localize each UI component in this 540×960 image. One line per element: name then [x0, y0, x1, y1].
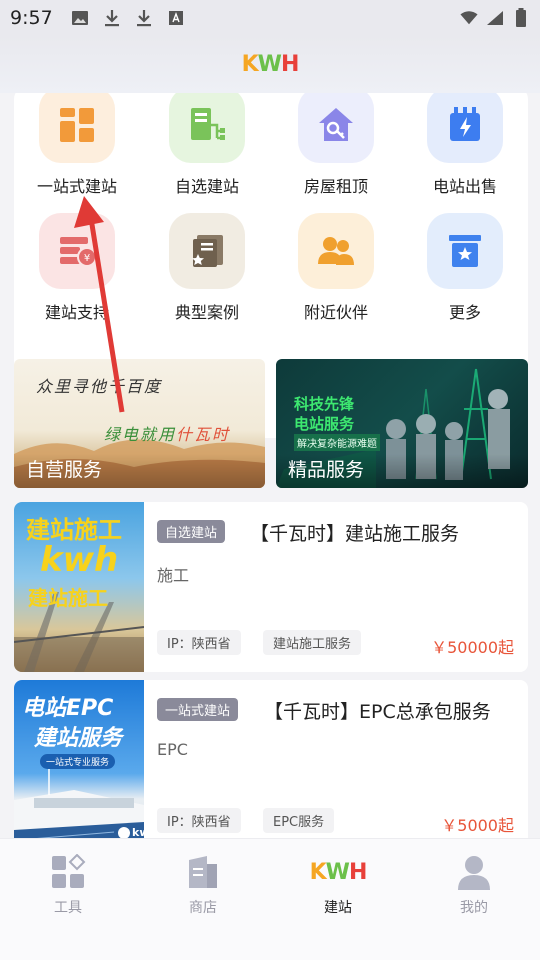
- thumb-text-3: 一站式专业服务: [40, 754, 116, 769]
- service-title: 【千瓦时】EPC总承包服务: [264, 701, 491, 723]
- service-tag: IP：陕西省: [157, 630, 241, 655]
- service-badge: 自选建站: [157, 520, 226, 543]
- status-bar: 9:57: [0, 0, 540, 36]
- system-icons: [460, 8, 530, 27]
- download-icon: [103, 9, 121, 27]
- grid-item-one-stop[interactable]: 一站式建站: [22, 93, 132, 197]
- box-star-icon: [427, 213, 503, 289]
- grid-item-cases[interactable]: 典型案例: [152, 213, 262, 323]
- service-badge: 一站式建站: [157, 698, 239, 721]
- notification-icons: [71, 9, 185, 27]
- status-time: 9:57: [10, 7, 53, 29]
- thumb-text-2: kwh: [40, 540, 119, 580]
- service-price: ￥5000起: [441, 816, 514, 835]
- org-chart-icon: [169, 93, 245, 163]
- brand-dot-icon: [118, 826, 130, 838]
- service-title: 【千瓦时】建站施工服务: [250, 523, 460, 545]
- tab-store[interactable]: 商店: [153, 853, 253, 917]
- service-tag: IP：陕西省: [157, 808, 241, 833]
- service-tag: EPC服务: [263, 808, 335, 833]
- bottom-tab-bar: 工具 商店 KWH 建站 我的: [0, 838, 540, 960]
- grid-item-support[interactable]: ¥ 建站支持: [22, 213, 132, 323]
- premium-banner[interactable]: 科技先锋 电站服务 解决复杂能源难题 精品服务: [276, 359, 528, 488]
- book-star-icon: [169, 213, 245, 289]
- grid-label: 自选建站: [174, 177, 239, 196]
- grid-item-partners[interactable]: 附近伙伴: [281, 213, 391, 323]
- grid-item-more[interactable]: 更多: [410, 213, 520, 323]
- kwh-logo-icon: KWH: [309, 859, 368, 885]
- main-scroll[interactable]: 一站式建站 自选建站 房屋租顶 电站出售 ¥ 建站支持 典型案例 附近伙伴 更多…: [0, 93, 540, 838]
- grid-item-roof-rental[interactable]: 房屋租顶: [281, 93, 391, 197]
- tools-grid-icon: [18, 853, 118, 891]
- grid-label: 一站式建站: [36, 177, 117, 196]
- thumb-text-1: 电站EPC: [22, 696, 114, 721]
- tab-label: 商店: [189, 900, 217, 916]
- logo-w: W: [257, 52, 282, 77]
- logo-k: K: [241, 52, 259, 77]
- grid-item-self-select[interactable]: 自选建站: [152, 93, 262, 197]
- svg-text:¥: ¥: [84, 253, 90, 264]
- thumb-brand-text: kw: [132, 826, 144, 838]
- service-tag: 建站施工服务: [263, 630, 362, 655]
- people-icon: [298, 213, 374, 289]
- grid-label: 附近伙伴: [303, 303, 368, 322]
- grid-label: 房屋租顶: [303, 177, 368, 196]
- banner-label: 自营服务: [26, 459, 103, 481]
- battery-icon: [512, 8, 530, 27]
- banner-slogan-2-prefix: 绿电就用: [104, 425, 177, 444]
- grid-label: 更多: [448, 303, 481, 322]
- wifi-icon: [460, 9, 478, 27]
- thumb-text-3: 建站施工: [28, 586, 108, 610]
- grid-item-station-sale[interactable]: 电站出售: [410, 93, 520, 197]
- banner-headline-1: 科技先锋: [294, 395, 355, 413]
- money-stack-icon: ¥: [39, 213, 115, 289]
- banner-label: 精品服务: [288, 459, 365, 481]
- self-operated-banner[interactable]: 众里寻他千百度 绿电就用什瓦时 自营服务: [14, 359, 265, 488]
- banner-slogan-1: 众里寻他千百度: [36, 377, 163, 396]
- banner-slogan-2: 绿电就用什瓦时: [104, 421, 230, 445]
- service-subtitle: EPC: [157, 740, 188, 759]
- tab-tools[interactable]: 工具: [18, 853, 118, 917]
- house-key-icon: [298, 93, 374, 163]
- service-card[interactable]: 建站施工 kwh 建站施工 自选建站 【千瓦时】建站施工服务 施工 IP：陕西省…: [14, 502, 528, 672]
- battery-station-icon: [427, 93, 503, 163]
- tab-label: 工具: [54, 900, 82, 916]
- tab-label: 我的: [460, 900, 488, 916]
- grid-label: 典型案例: [174, 303, 239, 322]
- banner-row: 众里寻他千百度 绿电就用什瓦时 自营服务 科技先锋 电站服务 解决复杂能源难题 …: [14, 359, 528, 488]
- signal-icon: [486, 9, 504, 27]
- download-icon: [135, 9, 153, 27]
- banner-headline-2: 电站服务: [294, 415, 355, 433]
- service-thumbnail: 建站施工 kwh 建站施工: [14, 502, 144, 672]
- logo-h: H: [280, 52, 299, 77]
- layout-icon: [39, 93, 115, 163]
- service-thumbnail: 电站EPC 建站服务 一站式专业服务 kw: [14, 680, 144, 838]
- banner-headline-3: 解决复杂能源难题: [294, 434, 380, 451]
- store-icon: [153, 853, 253, 891]
- banner-slogan-2-highlight: 什瓦时: [176, 425, 231, 444]
- app-header: KWH: [0, 36, 540, 93]
- tab-build-station[interactable]: KWH 建站: [288, 853, 388, 917]
- service-card[interactable]: 电站EPC 建站服务 一站式专业服务 kw 一站式建站 【千瓦时】EPC总承包服…: [14, 680, 528, 838]
- thumb-text-2: 建站服务: [34, 726, 123, 751]
- image-icon: [71, 9, 89, 27]
- service-price: ￥50000起: [431, 638, 514, 657]
- user-icon: [424, 853, 524, 891]
- tab-label: 建站: [324, 900, 352, 916]
- grid-label: 建站支持: [44, 303, 109, 322]
- tab-profile[interactable]: 我的: [424, 853, 524, 917]
- thumb-brand: kw: [114, 826, 144, 838]
- kwh-logo: KWH: [241, 52, 300, 77]
- service-subtitle: 施工: [157, 566, 190, 585]
- grid-label: 电站出售: [432, 177, 497, 196]
- font-icon: [167, 9, 185, 27]
